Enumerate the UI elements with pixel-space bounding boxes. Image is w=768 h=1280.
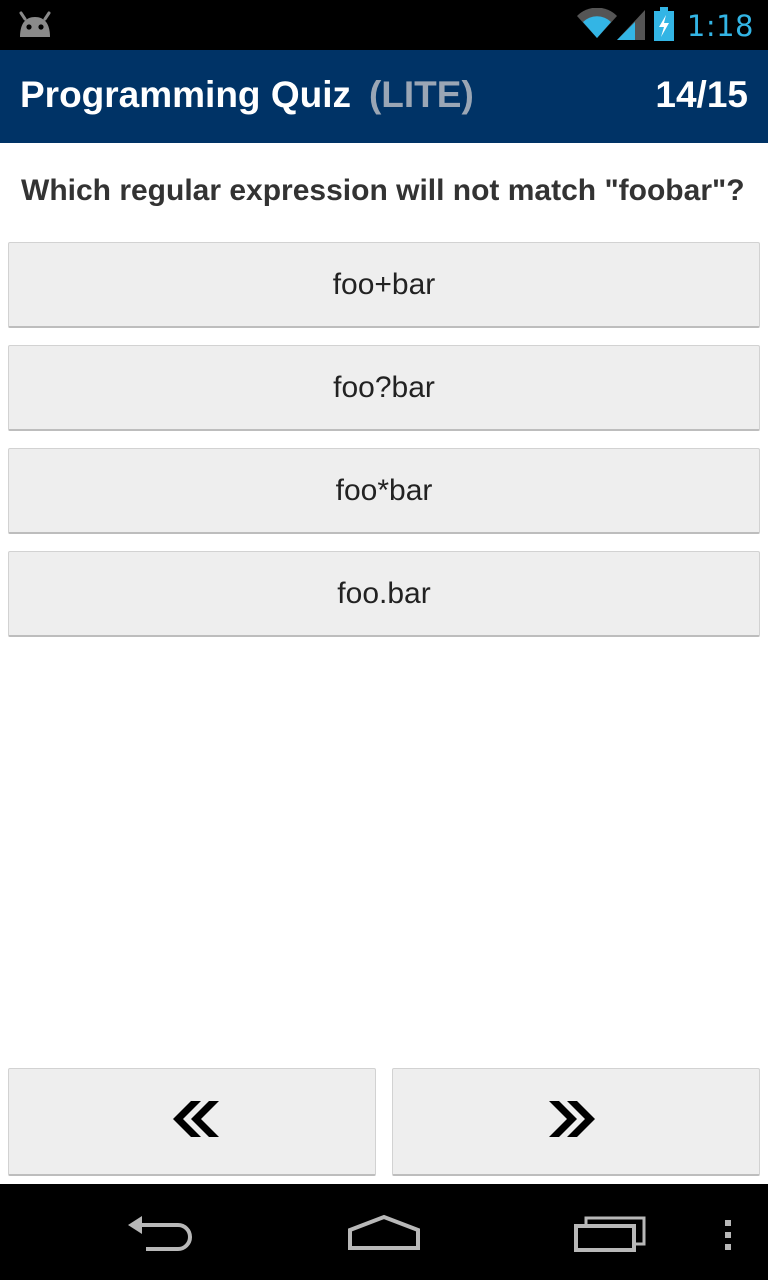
overflow-menu-icon[interactable]	[722, 1218, 734, 1257]
status-icons: 1:18	[576, 6, 754, 46]
double-chevron-right-icon	[549, 1099, 603, 1144]
system-nav-bar	[0, 1184, 768, 1280]
answer-button-4[interactable]: foo.bar	[8, 551, 760, 637]
signal-icon	[616, 8, 647, 45]
recent-apps-icon[interactable]	[574, 1216, 646, 1259]
back-icon[interactable]	[126, 1214, 196, 1259]
question-progress: 14/15	[655, 74, 748, 115]
next-button[interactable]	[392, 1068, 760, 1176]
double-chevron-left-icon	[165, 1099, 219, 1144]
android-debug-icon	[16, 11, 54, 44]
app-bar: Programming Quiz (LITE) 14/15	[0, 50, 768, 143]
previous-button[interactable]	[8, 1068, 376, 1176]
battery-charging-icon	[653, 6, 675, 46]
answer-button-3[interactable]: foo*bar	[8, 448, 760, 534]
question-text: Which regular expression will not match …	[21, 174, 745, 207]
app-title: Programming Quiz (LITE)	[20, 74, 474, 116]
status-bar: 1:18	[0, 0, 768, 50]
app-title-text: Programming Quiz	[20, 74, 351, 115]
edition-label: (LITE)	[368, 74, 474, 115]
wifi-icon	[576, 7, 617, 45]
answer-button-1[interactable]: foo+bar	[8, 242, 760, 328]
answer-button-2[interactable]: foo?bar	[8, 345, 760, 431]
status-time: 1:18	[686, 9, 754, 43]
home-icon[interactable]	[346, 1214, 422, 1259]
